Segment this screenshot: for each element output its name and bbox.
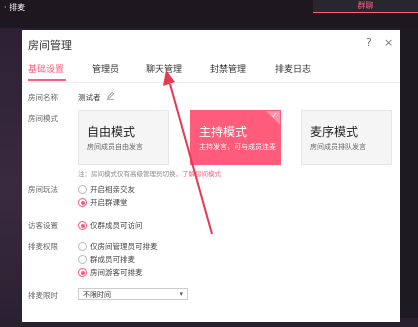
annotation-arrow	[163, 70, 213, 235]
